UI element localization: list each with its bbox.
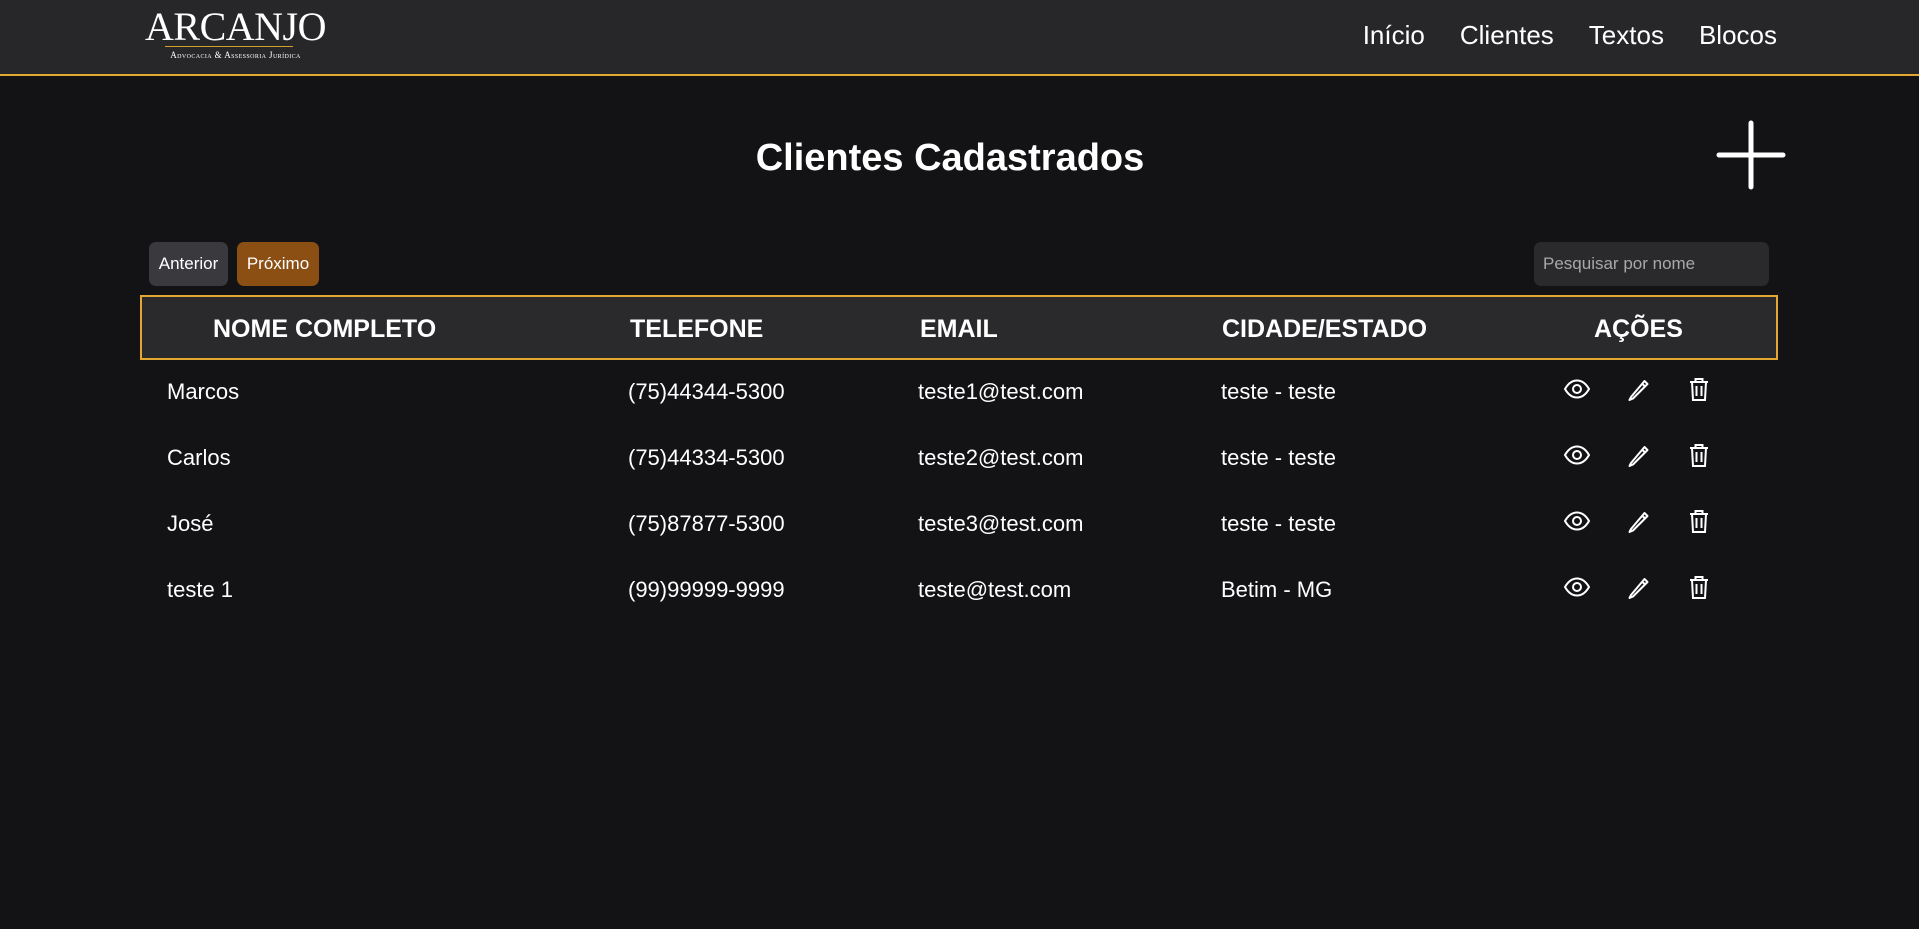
column-header-actions: AÇÕES [1594,315,1683,343]
table-row: José (75)87877-5300 teste3@test.com teste -… [140,491,1778,557]
cell-city: Betim - MG [1221,577,1333,602]
trash-icon [1684,572,1714,607]
top-navbar: ARCANJO Advocacia & Assessoria Jurídica … [0,0,1919,76]
next-page-button[interactable]: Próximo [237,242,319,286]
edit-button[interactable] [1620,571,1656,607]
table-header: NOME COMPLETO TELEFONE EMAIL CIDADE/ESTA… [140,295,1778,360]
nav-item-textos[interactable]: Textos [1589,18,1664,52]
cell-city: teste - teste [1221,379,1336,404]
main-nav: Início Clientes Textos Blocos [1363,18,1777,52]
add-client-button[interactable] [1716,120,1786,190]
cell-city: teste - teste [1221,445,1336,470]
cell-phone: (75)44344-5300 [628,379,785,404]
trash-icon [1684,374,1714,409]
edit-button[interactable] [1620,439,1656,475]
view-button[interactable] [1559,373,1595,409]
eye-icon [1562,440,1592,475]
cell-name: teste 1 [167,577,234,602]
eye-icon [1562,374,1592,409]
pencil-icon [1623,374,1653,409]
cell-email: teste1@test.com [918,379,1084,404]
edit-button[interactable] [1620,505,1656,541]
view-button[interactable] [1559,571,1595,607]
pencil-icon [1623,572,1653,607]
column-header-email: EMAIL [920,315,998,343]
cell-name: Carlos [167,445,231,470]
trash-icon [1684,506,1714,541]
cell-email: teste2@test.com [918,445,1084,470]
column-header-city: CIDADE/ESTADO [1222,315,1428,343]
edit-button[interactable] [1620,373,1656,409]
delete-button[interactable] [1681,505,1717,541]
previous-page-button[interactable]: Anterior [149,242,228,286]
delete-button[interactable] [1681,373,1717,409]
cell-name: Marcos [167,379,240,404]
column-header-phone: TELEFONE [630,315,764,343]
view-button[interactable] [1559,439,1595,475]
table-row: Carlos (75)44334-5300 teste2@test.com teste… [140,425,1778,491]
nav-item-blocos[interactable]: Blocos [1699,18,1777,52]
arcanjo-logo[interactable]: ARCANJO Advocacia & Assessoria Jurídica [143,6,328,64]
logo-subtitle: Advocacia & Assessoria Jurídica [170,50,301,60]
delete-button[interactable] [1681,439,1717,475]
cell-phone: (99)99999-9999 [628,577,785,602]
logo-divider [165,46,293,47]
column-header-name: NOME COMPLETO [213,315,437,343]
search-input[interactable] [1534,242,1769,286]
cell-name: José [167,511,214,536]
pencil-icon [1623,440,1653,475]
view-button[interactable] [1559,505,1595,541]
trash-icon [1684,440,1714,475]
table-row: Marcos (75)44344-5300 teste1@test.com teste… [140,359,1778,425]
cell-email: teste3@test.com [918,511,1084,536]
nav-item-clientes[interactable]: Clientes [1460,18,1554,52]
eye-icon [1562,572,1592,607]
logo-title: ARCANJO [145,4,326,49]
cell-phone: (75)44334-5300 [628,445,785,470]
delete-button[interactable] [1681,571,1717,607]
cell-city: teste - teste [1221,511,1336,536]
nav-item-inicio[interactable]: Início [1363,18,1425,52]
cell-phone: (75)87877-5300 [628,511,785,536]
plus-icon [1716,120,1786,190]
page-title: Clientes Cadastrados [755,137,1145,179]
table-row: teste 1 (99)99999-9999 teste@test.com Betim… [140,557,1778,623]
cell-email: teste@test.com [918,577,1072,602]
eye-icon [1562,506,1592,541]
pencil-icon [1623,506,1653,541]
